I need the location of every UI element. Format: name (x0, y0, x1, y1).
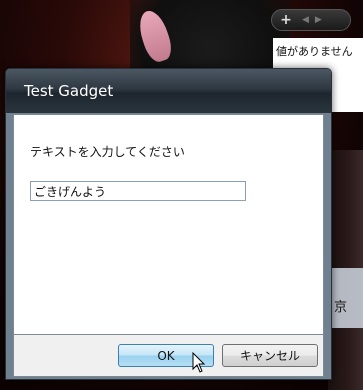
cancel-button[interactable]: キャンセル (222, 344, 318, 367)
dialog-title-bar[interactable]: Test Gadget (6, 69, 331, 113)
add-gadget-button[interactable]: + (276, 12, 296, 28)
sidebar-nav: ◀ ▶ (302, 15, 322, 25)
input-dialog: Test Gadget テキストを入力してください OK キャンセル (5, 68, 332, 380)
sidebar-gadget-partial-label: 京 (334, 300, 348, 315)
next-page-icon[interactable]: ▶ (315, 15, 322, 25)
input-prompt-label: テキストを入力してください (30, 145, 185, 159)
gadget-message: 値がありません (276, 45, 353, 58)
sidebar-toolbar: + ◀ ▶ (271, 9, 351, 31)
text-input[interactable] (30, 181, 246, 201)
mouse-cursor-icon (192, 352, 206, 373)
previous-page-icon[interactable]: ◀ (302, 15, 309, 25)
dialog-title: Test Gadget (24, 82, 114, 100)
dialog-content: テキストを入力してください (13, 114, 324, 335)
dialog-footer: OK キャンセル (13, 335, 324, 377)
